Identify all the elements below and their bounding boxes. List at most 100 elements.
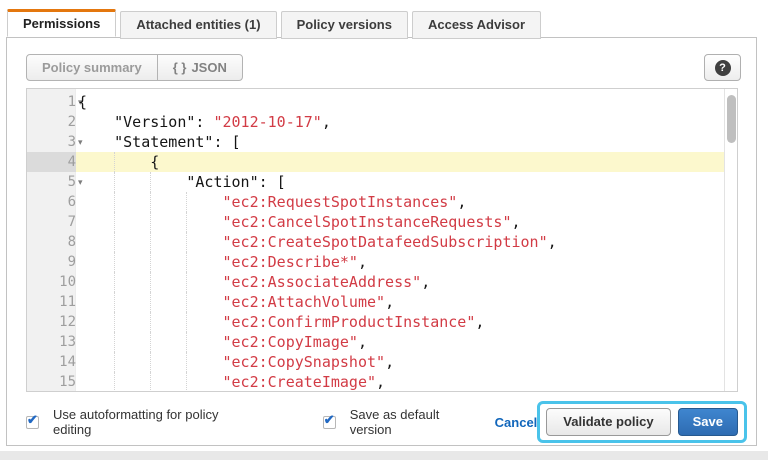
- code-text[interactable]: "ec2:AssociateAddress",: [76, 272, 724, 292]
- indent-guide: [186, 212, 187, 232]
- editor-scrollbar-thumb[interactable]: [727, 95, 736, 143]
- line-number: 9: [27, 252, 76, 272]
- code-text[interactable]: "Action": [: [76, 172, 724, 192]
- gutter-cell: 2: [27, 112, 76, 132]
- editor-footer: ✔ Use autoformatting for policy editing …: [26, 400, 747, 444]
- help-button[interactable]: ?: [704, 54, 741, 81]
- indent-guide: [150, 332, 151, 352]
- indent-guide: [186, 272, 187, 292]
- indent-guide: [114, 192, 115, 212]
- tab-permissions[interactable]: Permissions: [7, 9, 116, 37]
- tab-bar: PermissionsAttached entities (1)Policy v…: [7, 9, 541, 39]
- indent-guide: [150, 372, 151, 392]
- line-number: 6: [27, 192, 76, 212]
- code-text[interactable]: "ec2:ConfirmProductInstance",: [76, 312, 724, 332]
- line-number: 2: [27, 112, 76, 132]
- code-line[interactable]: 1▾{: [27, 92, 724, 112]
- gutter-cell: 5▾: [27, 172, 76, 192]
- checkmark-icon: ✔: [324, 412, 335, 428]
- gutter-cell: 8: [27, 232, 76, 252]
- editor-scrollbar-track[interactable]: [724, 89, 737, 391]
- autoformat-label: Use autoformatting for policy editing: [53, 407, 242, 437]
- indent-guide: [150, 212, 151, 232]
- indent-guide: [150, 272, 151, 292]
- indent-guide: [114, 252, 115, 272]
- indent-guide: [150, 292, 151, 312]
- help-icon: ?: [715, 60, 731, 76]
- code-text[interactable]: "ec2:CreateSpotDatafeedSubscription",: [76, 232, 724, 252]
- code-line[interactable]: 4▾ {: [27, 152, 724, 172]
- save-default-label: Save as default version: [350, 407, 473, 437]
- save-button[interactable]: Save: [678, 408, 738, 436]
- gutter-cell: 7: [27, 212, 76, 232]
- indent-guide: [186, 372, 187, 392]
- code-line[interactable]: 7 "ec2:CancelSpotInstanceRequests",: [27, 212, 724, 232]
- code-line[interactable]: 9 "ec2:Describe*",: [27, 252, 724, 272]
- code-line[interactable]: 15 "ec2:CreateImage",: [27, 372, 724, 392]
- json-braces-icon: { }: [173, 60, 187, 75]
- indent-guide: [150, 172, 151, 192]
- code-text[interactable]: "Statement": [: [76, 132, 724, 152]
- code-text[interactable]: "ec2:CopyImage",: [76, 332, 724, 352]
- line-number: 14: [27, 352, 76, 372]
- gutter-cell: 15: [27, 372, 76, 392]
- view-toggle: Policy summary { }JSON: [26, 54, 243, 81]
- tab-policy-versions[interactable]: Policy versions: [281, 11, 408, 39]
- indent-guide: [114, 312, 115, 332]
- line-number: 15: [27, 372, 76, 392]
- gutter-cell: 14: [27, 352, 76, 372]
- code-line[interactable]: 6 "ec2:RequestSpotInstances",: [27, 192, 724, 212]
- line-number: 4: [27, 152, 76, 172]
- code-line[interactable]: 12 "ec2:ConfirmProductInstance",: [27, 312, 724, 332]
- indent-guide: [114, 352, 115, 372]
- gutter-cell: 13: [27, 332, 76, 352]
- code-line[interactable]: 13 "ec2:CopyImage",: [27, 332, 724, 352]
- autoformat-checkbox[interactable]: ✔: [26, 416, 39, 429]
- code-text[interactable]: "Version": "2012-10-17",: [76, 112, 724, 132]
- gutter-cell: 9: [27, 252, 76, 272]
- code-text[interactable]: {: [76, 92, 724, 112]
- indent-guide: [186, 292, 187, 312]
- validate-policy-button[interactable]: Validate policy: [546, 408, 670, 436]
- line-number: 5: [27, 172, 76, 192]
- focus-highlight-box: Validate policy Save: [537, 401, 747, 443]
- gutter-cell: 10: [27, 272, 76, 292]
- policy-detail-panel: Policy summary { }JSON ? 1▾{2 "Version":…: [6, 37, 757, 446]
- cancel-link[interactable]: Cancel: [495, 415, 538, 430]
- editor-toolbar: Policy summary { }JSON ?: [26, 54, 741, 81]
- page-bottom-strip: [0, 451, 768, 460]
- editor-lines: 1▾{2 "Version": "2012-10-17",3▾ "Stateme…: [27, 92, 724, 392]
- code-line[interactable]: 10 "ec2:AssociateAddress",: [27, 272, 724, 292]
- code-text[interactable]: {: [76, 152, 724, 172]
- save-default-checkbox[interactable]: ✔: [323, 416, 336, 429]
- line-number: 10: [27, 272, 76, 292]
- tab-attached-entities-1[interactable]: Attached entities (1): [120, 11, 276, 39]
- code-line[interactable]: 8 "ec2:CreateSpotDatafeedSubscription",: [27, 232, 724, 252]
- code-text[interactable]: "ec2:Describe*",: [76, 252, 724, 272]
- gutter-cell: 12: [27, 312, 76, 332]
- indent-guide: [186, 332, 187, 352]
- tab-access-advisor[interactable]: Access Advisor: [412, 11, 541, 39]
- indent-guide: [150, 232, 151, 252]
- line-number: 7: [27, 212, 76, 232]
- code-text[interactable]: "ec2:RequestSpotInstances",: [76, 192, 724, 212]
- indent-guide: [186, 232, 187, 252]
- code-line[interactable]: 3▾ "Statement": [: [27, 132, 724, 152]
- json-view-button[interactable]: { }JSON: [157, 55, 242, 80]
- code-line[interactable]: 14 "ec2:CopySnapshot",: [27, 352, 724, 372]
- gutter-cell: 1▾: [27, 92, 76, 112]
- code-line[interactable]: 11 "ec2:AttachVolume",: [27, 292, 724, 312]
- code-line[interactable]: 5▾ "Action": [: [27, 172, 724, 192]
- line-number: 3: [27, 132, 76, 152]
- code-line[interactable]: 2 "Version": "2012-10-17",: [27, 112, 724, 132]
- line-number: 12: [27, 312, 76, 332]
- line-number: 11: [27, 292, 76, 312]
- code-text[interactable]: "ec2:AttachVolume",: [76, 292, 724, 312]
- code-text[interactable]: "ec2:CancelSpotInstanceRequests",: [76, 212, 724, 232]
- policy-summary-button[interactable]: Policy summary: [27, 55, 157, 80]
- indent-guide: [114, 292, 115, 312]
- code-text[interactable]: "ec2:CreateImage",: [76, 372, 724, 392]
- checkmark-icon: ✔: [27, 412, 38, 428]
- policy-json-editor[interactable]: 1▾{2 "Version": "2012-10-17",3▾ "Stateme…: [26, 88, 738, 392]
- code-text[interactable]: "ec2:CopySnapshot",: [76, 352, 724, 372]
